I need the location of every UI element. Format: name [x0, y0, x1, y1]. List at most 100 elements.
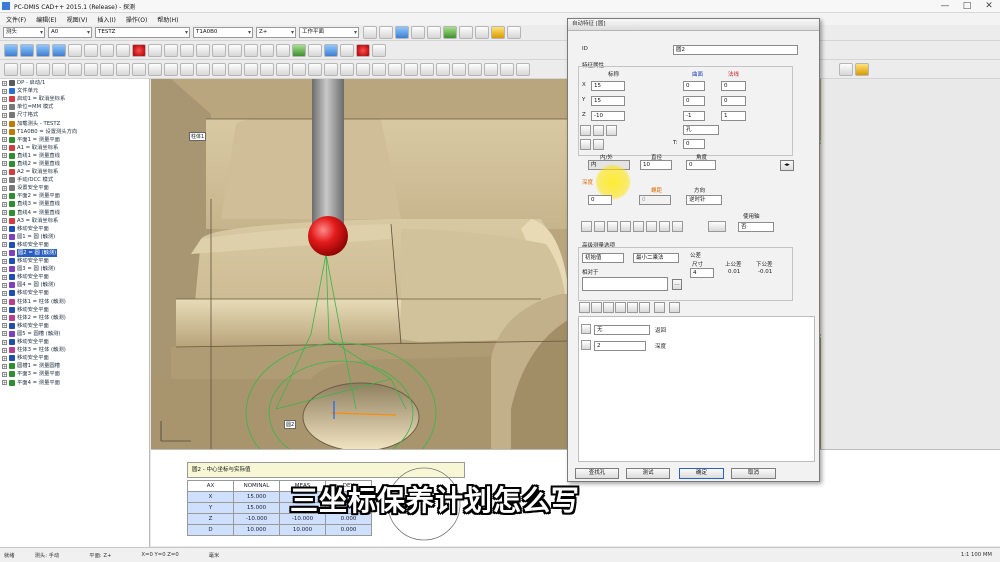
- feature-slot-icon[interactable]: [116, 62, 130, 76]
- feature-label-top[interactable]: 柱体1: [189, 132, 207, 141]
- probe-combo[interactable]: 测头: [3, 27, 45, 38]
- tree-item[interactable]: + A1 = 取消坐标系: [0, 144, 149, 152]
- tree-item[interactable]: + 平面3 = 测量平面: [0, 370, 149, 378]
- minimize-button[interactable]: —: [934, 0, 956, 13]
- tree-item[interactable]: + 移动安全平面: [0, 306, 149, 314]
- expand-icon[interactable]: +: [2, 315, 7, 321]
- roundness-icon[interactable]: [308, 62, 322, 76]
- expand-icon[interactable]: +: [2, 323, 7, 329]
- check-green-icon-2[interactable]: [593, 139, 604, 150]
- pitch-input[interactable]: 0: [639, 195, 671, 205]
- id-field[interactable]: 圆2: [673, 45, 798, 55]
- jx-input[interactable]: 0: [721, 81, 746, 91]
- tree-item[interactable]: + A3 = 取消坐标系: [0, 217, 149, 225]
- view-back-icon[interactable]: [68, 43, 82, 57]
- keyin-icon[interactable]: [420, 62, 434, 76]
- view-iso-icon[interactable]: [36, 43, 50, 57]
- jy-input[interactable]: 0: [721, 96, 746, 106]
- concentric-icon[interactable]: [388, 62, 402, 76]
- expand-icon[interactable]: +: [2, 299, 7, 305]
- expand-icon[interactable]: +: [2, 201, 7, 207]
- expand-icon[interactable]: +: [2, 331, 7, 337]
- feature-cylinder-icon[interactable]: [68, 62, 82, 76]
- z-combo[interactable]: Z+: [256, 27, 296, 38]
- circle-icon[interactable]: [363, 26, 377, 39]
- tree-item[interactable]: + 直线3 = 测量直线: [0, 200, 149, 208]
- tab-icon-7[interactable]: [654, 302, 665, 313]
- zoom-icon[interactable]: [116, 43, 130, 57]
- z-input[interactable]: -10: [591, 111, 625, 121]
- construct-icon[interactable]: [196, 62, 210, 76]
- expand-icon[interactable]: +: [2, 266, 7, 272]
- relative-field[interactable]: [582, 277, 668, 291]
- sampling-icon[interactable]: [708, 221, 726, 232]
- network-icon[interactable]: [427, 26, 441, 39]
- tree-item[interactable]: + 圆4 = 圆 (触测): [0, 281, 149, 289]
- tab-icon-4[interactable]: [615, 302, 626, 313]
- expand-icon[interactable]: +: [2, 161, 7, 167]
- menu-file[interactable]: 文件(F): [6, 15, 26, 24]
- expand-icon[interactable]: +: [2, 234, 7, 240]
- expand-icon[interactable]: +: [2, 80, 7, 86]
- mode-combo[interactable]: 孔: [683, 125, 719, 135]
- expand-icon[interactable]: +: [2, 153, 7, 159]
- expand-icon[interactable]: +: [2, 210, 7, 216]
- comment-icon[interactable]: [516, 62, 530, 76]
- table-icon[interactable]: [468, 62, 482, 76]
- feature-circle-icon[interactable]: [52, 62, 66, 76]
- tree-item[interactable]: + 直线1 = 测量直线: [0, 152, 149, 160]
- probe-file-combo[interactable]: TESTZ: [95, 27, 190, 38]
- find-hole-button[interactable]: 查找孔: [575, 468, 619, 479]
- scan-icon[interactable]: [372, 43, 386, 57]
- hit-icon-3[interactable]: [607, 221, 618, 232]
- distance-icon[interactable]: [260, 62, 274, 76]
- feature-curve-icon[interactable]: [164, 62, 178, 76]
- tree-item[interactable]: + 加载测头 - TESTZ: [0, 119, 149, 127]
- dimension-input[interactable]: 4: [690, 268, 714, 278]
- solid-icon[interactable]: [100, 43, 114, 57]
- tree-item[interactable]: + 圆2 = 圆 (触测): [0, 249, 149, 258]
- test-button[interactable]: 测试: [626, 468, 670, 479]
- tree-item[interactable]: + DP - 启动/1: [0, 79, 149, 87]
- tree-item[interactable]: + 移动安全平面: [0, 225, 149, 233]
- report-icon[interactable]: [436, 62, 450, 76]
- hit-icon-6[interactable]: [646, 221, 657, 232]
- expand-icon[interactable]: +: [2, 363, 7, 369]
- direction-combo[interactable]: 逆时针: [686, 195, 722, 205]
- position-icon[interactable]: [244, 62, 258, 76]
- expand-icon[interactable]: +: [2, 274, 7, 280]
- expand-icon[interactable]: +: [2, 121, 7, 127]
- feature-point-icon[interactable]: [4, 62, 18, 76]
- expand-icon[interactable]: +: [2, 307, 7, 313]
- cancel-button[interactable]: 取消: [731, 468, 776, 479]
- tree-item[interactable]: + 移动安全平面: [0, 257, 149, 265]
- tab-icon-3[interactable]: [603, 302, 614, 313]
- workplane-combo[interactable]: 工作平面: [299, 27, 359, 38]
- fit-combo[interactable]: 最小二乘法: [633, 253, 679, 263]
- menu-help[interactable]: 帮助(H): [157, 15, 178, 24]
- tree-item[interactable]: + 手动/DCC 模式: [0, 176, 149, 184]
- tree-item[interactable]: + 平面4 = 测量平面: [0, 378, 149, 386]
- move-icon[interactable]: [148, 43, 162, 57]
- label-icon[interactable]: [500, 62, 514, 76]
- hit-icon-4[interactable]: [620, 221, 631, 232]
- jz-input[interactable]: 1: [721, 111, 746, 121]
- perpendicular-icon[interactable]: [340, 62, 354, 76]
- expand-icon[interactable]: +: [2, 169, 7, 175]
- rotate-icon[interactable]: [164, 43, 178, 57]
- tree-item[interactable]: + 移动安全平面: [0, 241, 149, 249]
- feature-edge-icon[interactable]: [132, 62, 146, 76]
- tree-item[interactable]: + 平面2 = 测量平面: [0, 192, 149, 200]
- expand-icon[interactable]: +: [2, 290, 7, 296]
- expand-icon[interactable]: +: [2, 137, 7, 143]
- cube-icon[interactable]: [395, 26, 409, 39]
- usage-combo[interactable]: 否: [738, 222, 774, 232]
- pen-icon[interactable]: [228, 43, 242, 57]
- feature-surface-icon[interactable]: [180, 62, 194, 76]
- settings-icon[interactable]: [452, 62, 466, 76]
- tree-item[interactable]: + 直线2 = 测量直线: [0, 160, 149, 168]
- expand-icon[interactable]: +: [2, 339, 7, 345]
- tip-combo[interactable]: A0: [48, 27, 92, 38]
- expand-icon[interactable]: +: [2, 250, 7, 256]
- tree-item[interactable]: + 启动1 = 取消坐标系: [0, 95, 149, 103]
